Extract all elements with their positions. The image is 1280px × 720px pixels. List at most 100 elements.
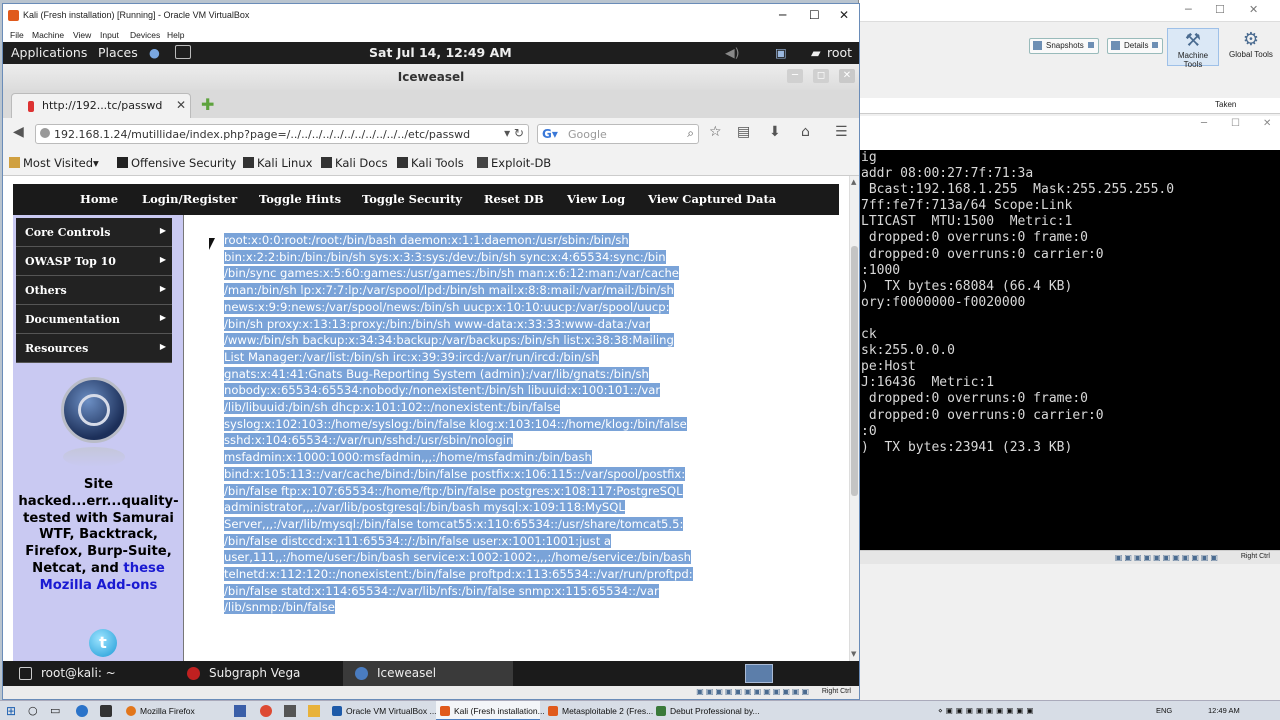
bookmark-kali-docs[interactable]: Kali Docs [321, 156, 388, 170]
close-icon[interactable]: ✕ [1249, 3, 1258, 16]
bookmark-most-visited[interactable]: Most Visited▾ [9, 156, 99, 170]
google-icon[interactable]: G▾ [542, 127, 558, 141]
bookmark-offensive-security[interactable]: Offensive Security [117, 156, 236, 170]
device-status-icons[interactable]: ▣▣▣▣▣▣▣▣▣▣▣▣ [696, 687, 811, 696]
taskbar-debut[interactable]: Debut Professional by... [652, 701, 760, 720]
task-subgraph-vega[interactable]: Subgraph Vega [175, 661, 341, 686]
side-item-resources[interactable]: Resources ▶ [16, 334, 172, 363]
menu-file[interactable]: File [10, 30, 24, 40]
nav-toggle-security[interactable]: Toggle Security [362, 192, 462, 206]
scroll-up-icon[interactable]: ▲ [851, 178, 856, 186]
workspace-switcher-icon[interactable] [745, 664, 773, 683]
terminal-launcher-icon[interactable] [175, 45, 191, 59]
details-button[interactable]: Details [1107, 38, 1164, 54]
taskbar-kali-vm[interactable]: Kali (Fresh installation... [436, 701, 545, 720]
search-icon[interactable]: ○ [28, 705, 40, 717]
language-indicator[interactable]: ENG [1156, 706, 1172, 715]
selected-text: user,111,,:/home/user:/bin/bash service:… [224, 550, 692, 565]
user-menu[interactable]: root [827, 45, 852, 60]
task-terminal[interactable]: root@kali: ~ [7, 661, 169, 686]
hammer-icon: ⚒ [1184, 30, 1202, 50]
taskbar-virtualbox[interactable]: Oracle VM VirtualBox ... [328, 701, 437, 720]
url-dropdown-icon[interactable]: ▾ ↻ [504, 126, 524, 140]
minimize-icon[interactable]: ─ [779, 8, 786, 22]
network-icon[interactable]: ▣ [775, 45, 787, 60]
site-identity-icon[interactable] [40, 128, 50, 138]
downloads-icon[interactable]: ⬇ [769, 124, 781, 140]
menu-icon[interactable]: ☰ [835, 124, 848, 140]
task-view-icon[interactable]: ▭ [50, 705, 62, 717]
machine-tools-button[interactable]: ⚒ Machine Tools [1167, 28, 1219, 69]
side-item-owasp-top-10[interactable]: OWASP Top 10 ▶ [16, 247, 172, 276]
search-bar[interactable]: G▾ Google ⌕ [537, 124, 699, 144]
minimize-icon[interactable]: ─ [1201, 118, 1207, 129]
url-bar[interactable]: 192.168.1.24/mutillidae/index.php?page=/… [35, 124, 529, 144]
nav-reset-db[interactable]: Reset DB [484, 192, 544, 206]
nav-home[interactable]: Home [80, 192, 118, 206]
iceweasel-launcher-icon[interactable]: ● [149, 45, 160, 60]
taskbar-clock[interactable]: 12:49 AM [1208, 706, 1240, 715]
menu-help[interactable]: Help [167, 30, 184, 40]
places-menu[interactable]: Places [98, 45, 138, 60]
applications-menu[interactable]: Applications [11, 45, 87, 60]
close-tab-icon[interactable]: ✕ [176, 98, 186, 112]
menu-devices[interactable]: Devices [130, 30, 160, 40]
twitter-icon[interactable]: t [89, 629, 117, 657]
maximize-icon[interactable]: ☐ [1215, 3, 1225, 16]
menu-view[interactable]: View [73, 30, 91, 40]
store-icon[interactable] [100, 705, 112, 717]
windows-start-icon[interactable]: ⊞ [6, 705, 18, 717]
passwd-file-contents[interactable]: root:x:0:0:root:/root:/bin/bash daemon:x… [224, 232, 804, 616]
nav-view-captured-data[interactable]: View Captured Data [648, 192, 776, 206]
volume-icon[interactable]: ◀) [725, 45, 740, 60]
task-iceweasel[interactable]: Iceweasel [343, 661, 513, 686]
close-icon[interactable]: ✕ [839, 8, 849, 22]
page-scrollbar[interactable]: ▲ ▼ [849, 176, 859, 662]
menu-machine[interactable]: Machine [32, 30, 64, 40]
edge-icon[interactable] [76, 705, 88, 717]
nav-toggle-hints[interactable]: Toggle Hints [259, 192, 341, 206]
nav-view-log[interactable]: View Log [567, 192, 625, 206]
nav-login-register[interactable]: Login/Register [142, 192, 237, 206]
terminal-line: dropped:0 overruns:0 carrier:0 [861, 246, 1104, 262]
side-item-documentation[interactable]: Documentation ▶ [16, 305, 172, 334]
minimize-icon[interactable]: ─ [787, 69, 803, 83]
device-status-icons[interactable]: ▣▣▣▣▣▣▣▣▣▣▣ [1115, 553, 1220, 562]
chrome-icon[interactable] [260, 705, 272, 717]
side-item-core-controls[interactable]: Core Controls ▶ [16, 218, 172, 247]
global-tools-button[interactable]: ⚙ Global Tools [1225, 28, 1277, 66]
scrollbar-thumb[interactable] [851, 246, 858, 496]
minimize-icon[interactable]: ─ [1185, 3, 1192, 16]
close-icon[interactable]: ✕ [1263, 118, 1271, 129]
reading-list-icon[interactable]: ▤ [737, 124, 750, 140]
selected-text: /lib/snmp:/bin/false [224, 600, 335, 615]
back-icon[interactable]: ◀ [13, 124, 24, 140]
powershell-icon[interactable] [234, 705, 246, 717]
selected-text: List Manager:/var/list:/bin/sh irc:x:39:… [224, 349, 599, 364]
metasploitable-console[interactable]: ig addr 08:00:27:7f:71:3a Bcast:192.168.1… [859, 150, 1280, 550]
browser-tab[interactable]: http://192...tc/passwd ✕ [11, 93, 191, 118]
new-tab-icon[interactable]: ✚ [201, 97, 214, 113]
tray-icons[interactable]: ⋄▣▣▣▣▣▣▣▣▣ [938, 706, 1036, 715]
maximize-icon[interactable]: ☐ [809, 8, 820, 22]
scroll-down-icon[interactable]: ▼ [851, 650, 856, 658]
close-icon[interactable]: ✕ [839, 69, 855, 83]
snapshots-button[interactable]: Snapshots [1029, 38, 1099, 54]
maximize-icon[interactable]: ☐ [1231, 118, 1240, 129]
menu-input[interactable]: Input [100, 30, 119, 40]
panel-clock[interactable]: Sat Jul 14, 12:49 AM [369, 45, 512, 60]
bookmark-star-icon[interactable]: ☆ [709, 124, 722, 140]
explorer-icon[interactable] [308, 705, 320, 717]
vega-icon [187, 667, 200, 680]
chat-icon[interactable]: ▰ [811, 45, 821, 60]
mail-icon[interactable] [284, 705, 296, 717]
bookmark-kali-tools[interactable]: Kali Tools [397, 156, 464, 170]
home-icon[interactable]: ⌂ [801, 124, 810, 140]
bookmark-exploit-db[interactable]: Exploit-DB [477, 156, 551, 170]
bookmark-kali-linux[interactable]: Kali Linux [243, 156, 312, 170]
taskbar-firefox[interactable]: Mozilla Firefox [122, 701, 220, 720]
side-item-others[interactable]: Others ▶ [16, 276, 172, 305]
taskbar-metasploitable-vm[interactable]: Metasploitable 2 (Fres... [544, 701, 653, 720]
maximize-icon[interactable]: ◻ [813, 69, 829, 83]
search-icon[interactable]: ⌕ [687, 126, 694, 141]
